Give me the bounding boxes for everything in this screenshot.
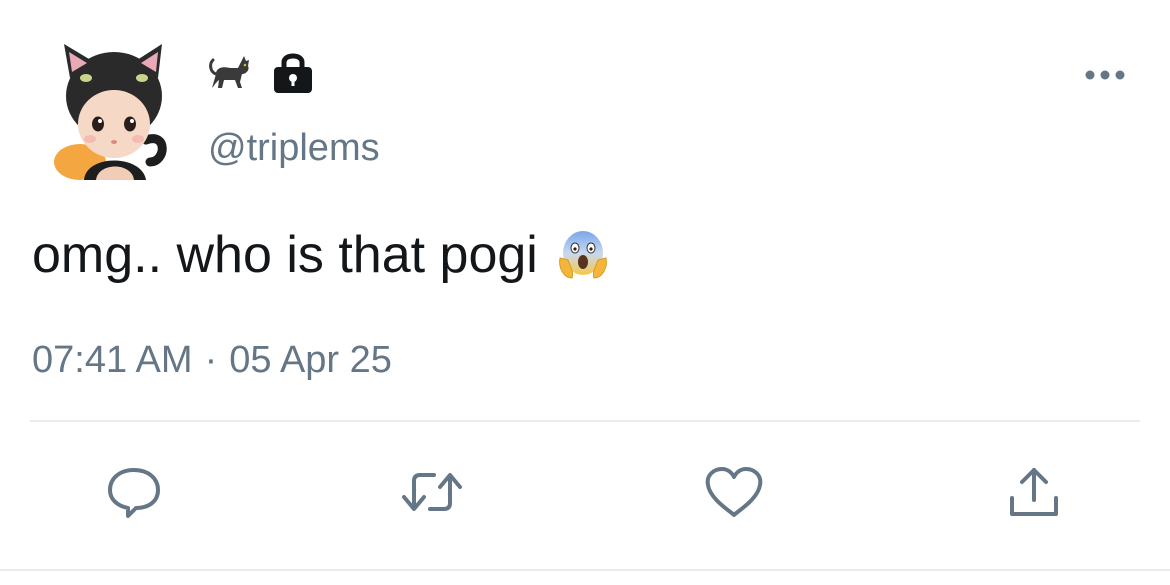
divider: [30, 420, 1140, 422]
retweet-button[interactable]: [400, 462, 464, 522]
tweet-body: omg.. who is that pogi: [32, 222, 610, 288]
face-screaming-in-fear-icon: [556, 228, 610, 282]
avatar[interactable]: [50, 44, 180, 182]
lock-icon: [272, 50, 314, 94]
tweet-timestamp[interactable]: 07:41 AM · 05 Apr 25: [32, 336, 392, 384]
timestamp-separator: ·: [204, 339, 218, 381]
display-name[interactable]: [208, 50, 314, 94]
user-handle[interactable]: @triplems: [208, 124, 380, 172]
share-button[interactable]: [1002, 462, 1066, 522]
like-button[interactable]: [702, 462, 766, 522]
more-icon: [1085, 70, 1125, 80]
tweet-date: 05 Apr 25: [229, 339, 392, 381]
bottom-divider: [0, 569, 1170, 571]
avatar-image: [54, 44, 167, 180]
reply-button[interactable]: [102, 462, 166, 522]
black-cat-emoji-icon: [208, 52, 252, 92]
tweet-time: 07:41 AM: [32, 339, 193, 381]
share-icon: [1010, 468, 1058, 516]
retweet-icon: [402, 473, 462, 511]
reply-icon: [108, 468, 160, 518]
tweet-card: @triplems omg.. who is that pogi 07:41 A…: [0, 0, 1170, 585]
like-icon: [705, 467, 763, 517]
more-options-button[interactable]: [1080, 60, 1130, 90]
tweet-text: omg.. who is that pogi: [32, 226, 538, 284]
